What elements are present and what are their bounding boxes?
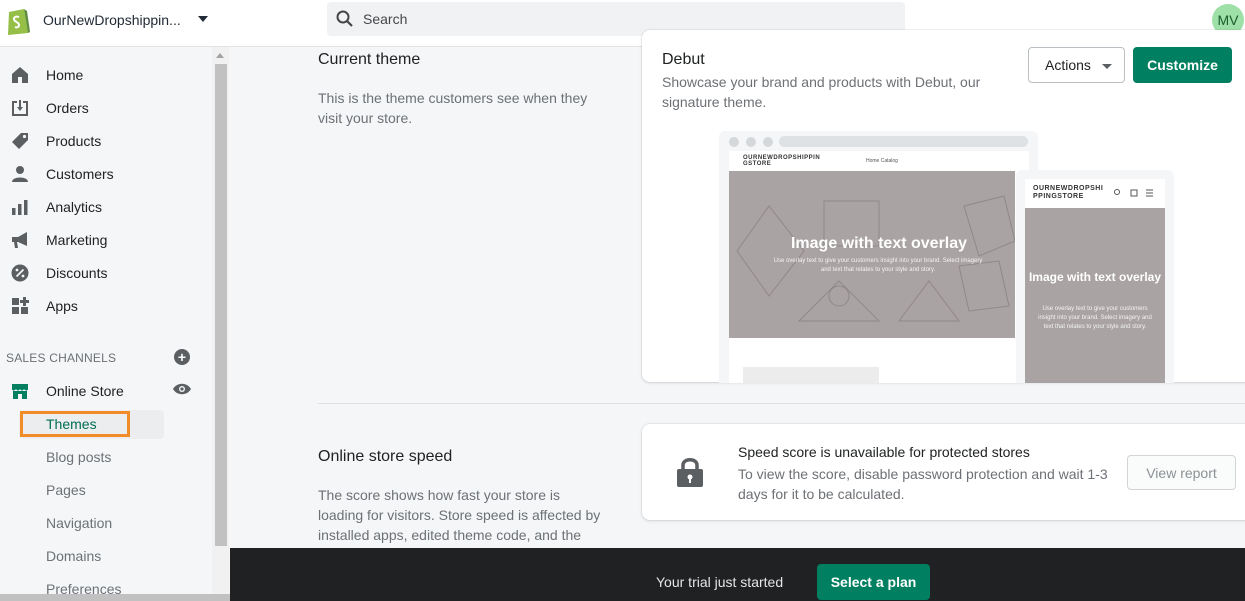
preview-content-block — [743, 367, 879, 383]
preview-mobile-hero: Image with text overlay Use overlay text… — [1025, 208, 1165, 383]
sidebar-item-domains[interactable]: Domains — [46, 548, 101, 564]
actions-button[interactable]: Actions — [1028, 47, 1125, 83]
apps-icon — [12, 297, 29, 314]
add-sales-channel-icon[interactable]: + — [174, 349, 190, 365]
search-icon — [336, 10, 353, 27]
preview-nav-links: Home Catalog — [866, 158, 898, 164]
home-icon — [12, 67, 28, 83]
sidebar-item-products[interactable]: Products — [0, 124, 212, 157]
sidebar-item-pages[interactable]: Pages — [46, 482, 86, 498]
sidebar-item-label: Online Store — [46, 382, 124, 399]
sidebar-scroll-thumb[interactable] — [215, 64, 227, 546]
sidebar-item-discounts[interactable]: Discounts — [0, 256, 212, 289]
sidebar-item-label: Discounts — [46, 264, 108, 281]
chevron-down-icon — [198, 16, 208, 22]
sidebar-item-apps[interactable]: Apps — [0, 289, 212, 322]
preview-page: OURNEWDROPSHIPPIN GSTORE Home Catalog Im… — [729, 151, 1029, 383]
actions-button-label: Actions — [1045, 57, 1091, 73]
theme-name: Debut — [662, 51, 705, 68]
store-speed-heading: Online store speed — [318, 448, 453, 465]
sidebar-item-customers[interactable]: Customers — [0, 157, 212, 190]
sidebar-item-label: Marketing — [46, 231, 108, 248]
sidebar-item-home[interactable]: Home — [0, 58, 212, 91]
speed-card-description: To view the score, disable password prot… — [738, 466, 1108, 502]
customize-button[interactable]: Customize — [1133, 47, 1232, 83]
discount-icon — [11, 264, 29, 282]
store-icon — [12, 384, 28, 399]
preview-mobile-hero-subtitle: Use overlay text to give your customers … — [1038, 306, 1152, 330]
megaphone-icon — [12, 232, 27, 248]
section-divider — [318, 403, 1245, 404]
scroll-up-arrow-icon[interactable] — [216, 53, 224, 58]
hero-line-art-icon — [736, 195, 1015, 322]
lock-icon — [677, 458, 703, 487]
select-plan-button[interactable]: Select a plan — [817, 564, 930, 600]
theme-description: Showcase your brand and products with De… — [662, 74, 981, 110]
sidebar-item-themes-label[interactable]: Themes — [46, 416, 97, 432]
store-switcher[interactable]: OurNewDropshippin... — [0, 0, 222, 40]
sidebar-item-label: Home — [46, 66, 84, 83]
browser-dot-icon — [763, 137, 773, 147]
speed-card-title: Speed score is unavailable for protected… — [738, 444, 1030, 460]
sales-channels-header: SALES CHANNELS — [6, 351, 117, 365]
view-report-button[interactable]: View report — [1127, 455, 1236, 490]
sidebar-item-navigation[interactable]: Navigation — [46, 515, 112, 531]
orders-icon — [12, 100, 28, 116]
preview-hero-subtitle: Use overlay text to give your customers … — [773, 258, 983, 273]
sidebar-item-label: Products — [46, 132, 102, 149]
preview-store-name: OURNEWDROPSHIPPIN GSTORE — [743, 155, 821, 167]
browser-dot-icon — [729, 137, 739, 147]
theme-preview-mobile: OURNEWDROPSHI PPINGSTORE Image with text… — [1016, 170, 1174, 383]
current-theme-heading: Current theme — [318, 51, 421, 68]
preview-mobile-nav-icons — [1114, 189, 1153, 197]
sidebar-item-label: Customers — [46, 165, 114, 182]
search-placeholder: Search — [363, 11, 408, 27]
sidebar-item-label: Orders — [46, 99, 89, 116]
trial-text: Your trial just started — [656, 574, 784, 590]
browser-dot-icon — [746, 137, 756, 147]
store-name: OurNewDropshippin... — [43, 12, 181, 28]
theme-preview-desktop: OURNEWDROPSHIPPIN GSTORE Home Catalog Im… — [719, 131, 1038, 383]
preview-mobile-page: OURNEWDROPSHI PPINGSTORE Image with text… — [1025, 179, 1165, 383]
chevron-down-icon — [1102, 64, 1112, 69]
preview-mobile-store-name: OURNEWDROPSHI PPINGSTORE — [1033, 185, 1104, 200]
current-theme-description: This is the theme customers see when the… — [318, 90, 588, 126]
store-speed-description: The score shows how fast your store is l… — [318, 487, 601, 543]
bar-chart-icon — [12, 200, 28, 215]
browser-url-bar — [779, 136, 1028, 147]
person-icon — [12, 166, 28, 182]
sidebar-item-analytics[interactable]: Analytics — [0, 190, 212, 223]
preview-hero-title: Image with text overlay — [790, 235, 968, 252]
sidebar-item-label: Apps — [46, 297, 78, 314]
preview-mobile-hero-title: Image with text overlay — [1028, 270, 1162, 284]
tag-icon — [12, 133, 28, 149]
eye-icon[interactable] — [172, 383, 192, 395]
sidebar: Home Orders Products Customers Analytics… — [0, 47, 212, 601]
preview-hero-image: Image with text overlay Use overlay text… — [729, 171, 1015, 338]
sidebar-item-orders[interactable]: Orders — [0, 91, 212, 124]
sidebar-item-label: Analytics — [46, 198, 103, 215]
shopify-logo-icon — [8, 9, 30, 35]
sidebar-item-marketing[interactable]: Marketing — [0, 223, 212, 256]
sidebar-item-blog-posts[interactable]: Blog posts — [46, 449, 111, 465]
